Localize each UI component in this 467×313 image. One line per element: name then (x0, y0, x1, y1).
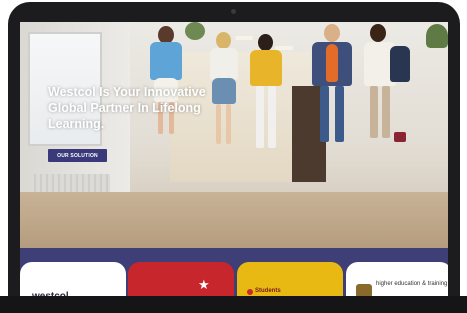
our-solution-button[interactable]: OUR SOLUTION (48, 149, 107, 162)
hero-floor (20, 192, 448, 248)
laptop-bottom-bezel (0, 296, 467, 313)
person-icon: ★ (198, 277, 210, 292)
camera-icon (231, 9, 236, 14)
ceiling-light (235, 36, 253, 40)
students-logo-text: Students (255, 288, 281, 294)
hero-banner: Westcol Is Your Innovative Global Partne… (20, 22, 448, 248)
higher-education-logo-text: higher education & training (376, 281, 448, 287)
website-screen: Westcol Is Your Innovative Global Partne… (20, 22, 448, 313)
laptop-frame: Westcol Is Your Innovative Global Partne… (8, 2, 460, 313)
hero-headline: Westcol Is Your Innovative Global Partne… (48, 85, 206, 131)
plant-icon (185, 22, 205, 40)
logo-dot-icon (247, 289, 253, 295)
plant-icon (426, 24, 448, 48)
